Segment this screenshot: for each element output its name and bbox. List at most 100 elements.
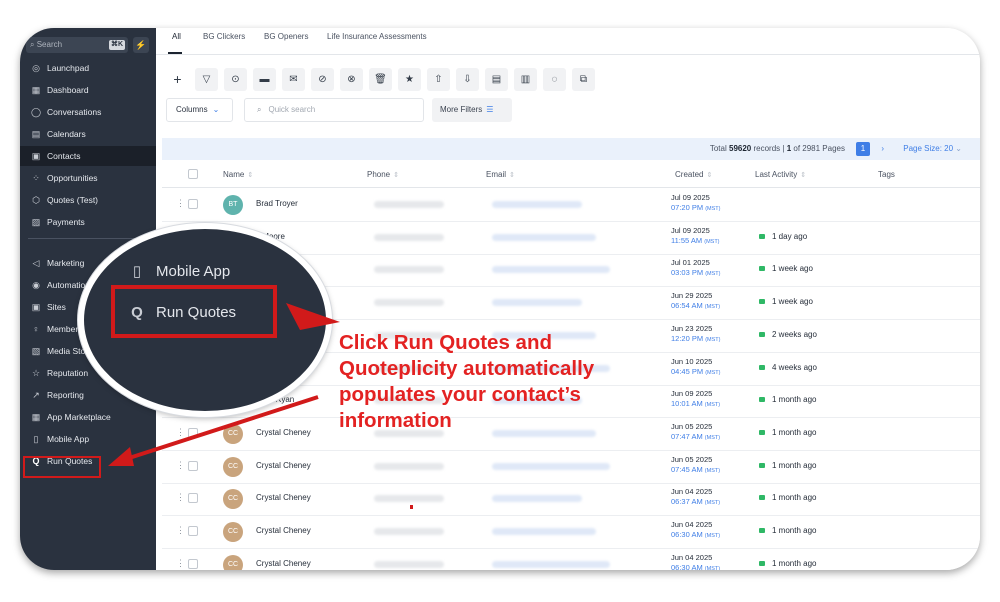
header-label: Name [223, 170, 245, 179]
sidebar-item[interactable]: ▦ Dashboard [20, 80, 156, 100]
contacts-icon: ▣ [31, 151, 41, 161]
drag-handle-icon[interactable]: ⋮ [176, 558, 185, 568]
review-icon[interactable]: ▤ [485, 68, 508, 91]
created-time: 06:54 AM (MST) [671, 301, 720, 312]
filter-icon[interactable]: ▽ [195, 68, 218, 91]
phone-redacted [374, 266, 444, 274]
table-row[interactable]: ⋮ CC Crystal Cheney Jun 04 2025 06:30 AM (MS… [162, 515, 980, 549]
chevron-down-icon: ⌄ [955, 144, 962, 153]
sidebar-item[interactable]: ▦ App Marketplace [20, 407, 156, 427]
created-day: Jun 04 2025 [671, 520, 713, 529]
sidebar-item[interactable]: ⁘ Opportunities [20, 168, 156, 188]
export-icon[interactable]: ⇧ [427, 68, 450, 91]
row-checkbox[interactable] [188, 526, 198, 536]
sidebar-item[interactable]: ◯ Conversations [20, 102, 156, 122]
last-activity: 1 month ago [759, 395, 816, 404]
contact-name[interactable]: Brad Troyer [256, 199, 298, 208]
row-checkbox[interactable] [188, 460, 198, 471]
calendar-icon: ▤ [31, 129, 41, 139]
sidebar-item-label: Payments [47, 217, 85, 227]
email-icon[interactable]: ✉ [282, 68, 305, 91]
quick-search-input[interactable]: ⌕ Quick search [244, 98, 424, 122]
row-checkbox[interactable] [188, 199, 198, 209]
quick-actions-bolt-icon[interactable]: ⚡ [133, 37, 149, 53]
contact-name[interactable]: Crystal Cheney [256, 493, 311, 502]
table-row[interactable]: ⋮ BT Brad Troyer Jul 09 2025 07:20 PM (MST) [162, 188, 980, 222]
last-activity: 1 day ago [759, 232, 807, 241]
tab-bg-openers[interactable]: BG Openers [264, 32, 308, 41]
table-row[interactable]: ⋮ CC Crystal Cheney Jun 04 2025 06:37 AM (MS… [162, 482, 980, 517]
sidebar-search[interactable]: ⌕ Search ⌘K [26, 37, 128, 53]
column-header-last-activity[interactable]: Last Activity ⇕ [755, 170, 806, 179]
payments-icon: ▨ [31, 217, 41, 227]
last-activity-text: 1 week ago [772, 297, 813, 307]
more-filters-button[interactable]: More Filters ☰ [432, 98, 512, 122]
contact-name[interactable]: Crystal Cheney [256, 461, 311, 470]
company-icon[interactable]: ▥ [514, 68, 537, 91]
trash-icon[interactable]: 🗑 [369, 68, 392, 91]
columns-button[interactable]: Columns ⌄ [166, 98, 233, 122]
add-tag-icon[interactable]: ⊘ [311, 68, 334, 91]
automation-icon[interactable]: ⊙ [224, 68, 247, 91]
table-header: Name ⇕ Phone ⇕ Email ⇕ Created ⇕ Last Activi… [162, 161, 980, 188]
tab-bg-clickers[interactable]: BG Clickers [203, 32, 245, 41]
timezone-label: (MST) [704, 402, 721, 409]
timezone-label: (MST) [705, 336, 721, 343]
sidebar-item[interactable]: ▯ Mobile App [20, 429, 156, 449]
column-header-name[interactable]: Name ⇕ [223, 170, 253, 179]
sidebar-item-label: Contacts [47, 151, 81, 161]
callout-instruction-text: Click Run Quotes and Quoteplicity automa… [339, 331, 595, 432]
automation-icon: ◉ [32, 280, 40, 290]
last-activity-text: 1 month ago [772, 395, 817, 405]
created-date: Jun 04 2025 06:30 AM (MST) [671, 553, 720, 570]
contact-name[interactable]: Crystal Cheney [256, 428, 311, 437]
timezone-label: (MST) [704, 304, 721, 311]
drag-handle-icon[interactable]: ⋮ [176, 427, 185, 437]
avatar: CC [223, 522, 243, 542]
contact-name[interactable]: Crystal Cheney [256, 559, 311, 568]
contact-name[interactable]: Crystal Cheney [256, 526, 311, 535]
next-page-chevron-icon[interactable]: › [881, 138, 884, 160]
table-row[interactable]: ⋮ CC Crystal Cheney Jun 05 2025 07:45 AM (MS… [162, 450, 980, 484]
drag-handle-icon[interactable]: ⋮ [176, 199, 185, 208]
created-date: Jun 05 2025 07:45 AM (MST) [671, 455, 720, 476]
opportunities-icon: ⁘ [32, 173, 40, 183]
row-checkbox[interactable] [188, 493, 198, 504]
page-button[interactable]: 1 [856, 142, 870, 156]
remove-tag-icon[interactable]: ⊗ [340, 68, 363, 91]
tab-life-insurance-assessments[interactable]: Life Insurance Assessments [327, 32, 427, 41]
sidebar-item[interactable]: ◎ Launchpad [20, 58, 156, 78]
drag-handle-icon[interactable]: ⋮ [176, 460, 185, 470]
row-checkbox[interactable] [188, 558, 198, 569]
created-day: Jun 23 2025 [671, 323, 713, 333]
column-header-created[interactable]: Created ⇕ [675, 170, 712, 179]
sidebar-item[interactable]: ▨ Payments [20, 212, 156, 232]
message-icon [759, 233, 765, 239]
sidebar-item[interactable]: ▣ Contacts [20, 146, 156, 166]
last-activity: 1 month ago [759, 461, 816, 470]
table-row[interactable]: ⋮ CC Crystal Cheney Jun 04 2025 06:30 AM (MS… [162, 548, 980, 570]
column-header-phone[interactable]: Phone ⇕ [367, 170, 399, 179]
message-icon [759, 299, 765, 305]
column-header-email[interactable]: Email ⇕ [486, 170, 515, 179]
sms-icon[interactable]: ▬ [253, 68, 276, 91]
row-checkbox[interactable] [188, 427, 198, 438]
search-shortcut-badge: ⌘K [108, 40, 125, 50]
sidebar-item[interactable]: ⬡ Quotes (Test) [20, 190, 156, 210]
merge-icon[interactable]: ⧉ [572, 68, 595, 91]
sidebar-item[interactable]: ▤ Calendars [20, 124, 156, 144]
page-size-select[interactable]: Page Size: 20 ⌄ [903, 138, 962, 160]
star-icon[interactable]: ★ [398, 68, 421, 91]
whatsapp-icon[interactable]: ◌ [543, 68, 566, 91]
timezone-label: (MST) [704, 533, 721, 539]
zoom-mobile-app-item: ▯ Mobile App [128, 262, 230, 280]
email-redacted [492, 495, 582, 503]
import-icon[interactable]: ⇩ [456, 68, 479, 91]
sort-icon: ⇕ [800, 172, 807, 179]
drag-handle-icon[interactable]: ⋮ [176, 493, 185, 502]
drag-handle-icon[interactable]: ⋮ [176, 526, 185, 535]
columns-label: Columns [176, 105, 208, 114]
add-contact-plus-icon[interactable]: + [166, 68, 189, 91]
select-all-checkbox[interactable] [188, 169, 198, 179]
tab-all[interactable]: All [172, 32, 181, 41]
